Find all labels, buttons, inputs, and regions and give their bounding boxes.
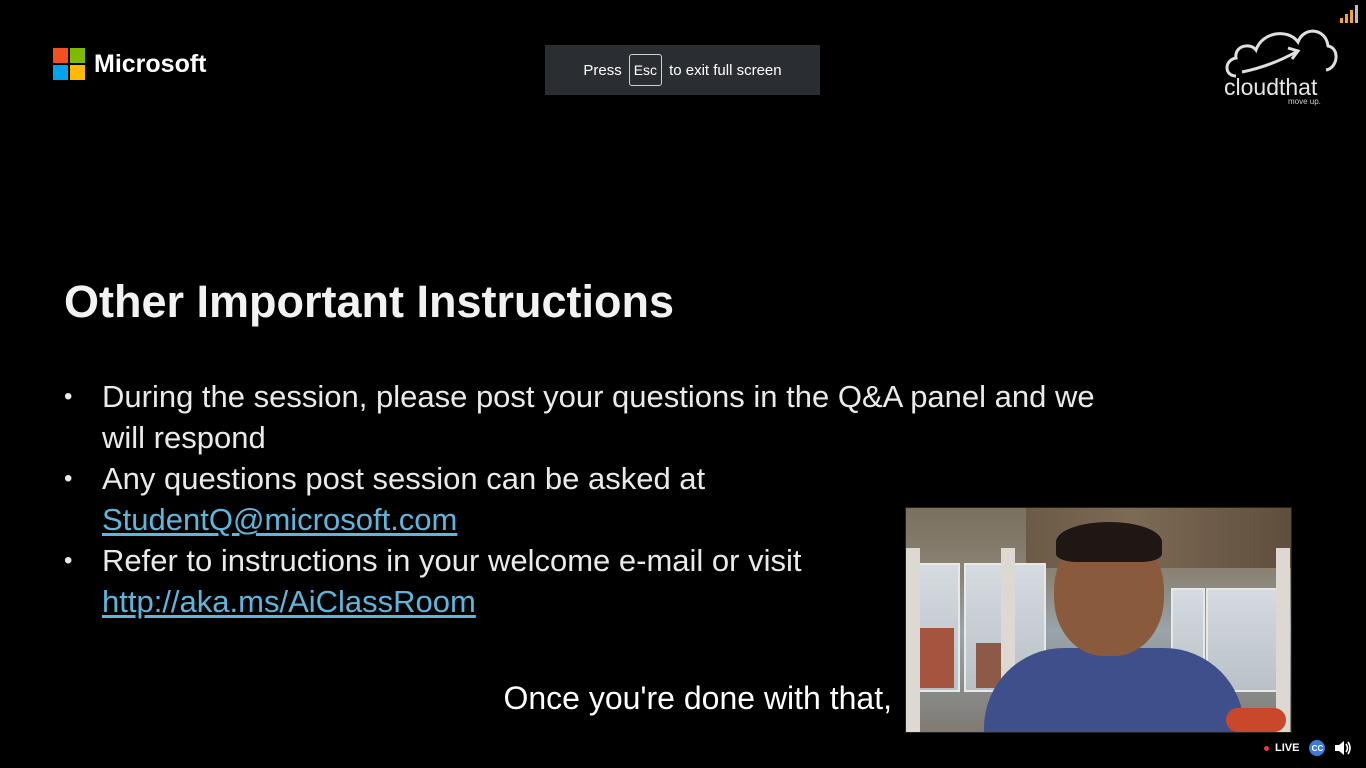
bullet-text: Any questions post session can be asked … <box>102 461 706 496</box>
bullet-text: Refer to instructions in your welcome e-… <box>102 543 802 578</box>
cloudthat-logo: cloudthat move up. <box>1222 22 1340 108</box>
live-caption: Once you're done with that, <box>503 680 892 716</box>
bullet-text: During the session, please post your que… <box>102 379 1095 455</box>
player-controls: LIVE CC <box>1264 738 1352 758</box>
cloudthat-tagline: move up. <box>1288 97 1321 106</box>
esc-key-badge: Esc <box>628 54 663 86</box>
microsoft-logo: Microsoft <box>53 48 207 80</box>
aka-ms-link[interactable]: http://aka.ms/AiClassRoom <box>102 584 476 619</box>
microsoft-wordmark: Microsoft <box>94 49 207 78</box>
presenter-webcam-video <box>905 507 1292 733</box>
list-item: During the session, please post your que… <box>64 376 1104 458</box>
cloud-icon <box>1225 29 1338 78</box>
signal-strength-icon <box>1340 5 1360 23</box>
toast-press-text: Press <box>583 61 622 79</box>
live-indicator-dot <box>1264 745 1269 751</box>
live-label: LIVE <box>1275 742 1300 754</box>
closed-captions-icon[interactable]: CC <box>1309 740 1326 756</box>
email-link[interactable]: StudentQ@microsoft.com <box>102 502 457 537</box>
presentation-stage: Microsoft Press Esc to exit full screen … <box>0 0 1366 768</box>
toast-rest-text: to exit full screen <box>669 61 782 79</box>
microsoft-squares-icon <box>53 48 85 80</box>
slide-title: Other Important Instructions <box>64 276 675 327</box>
volume-icon[interactable] <box>1334 740 1352 756</box>
exit-fullscreen-toast: Press Esc to exit full screen <box>545 45 820 95</box>
